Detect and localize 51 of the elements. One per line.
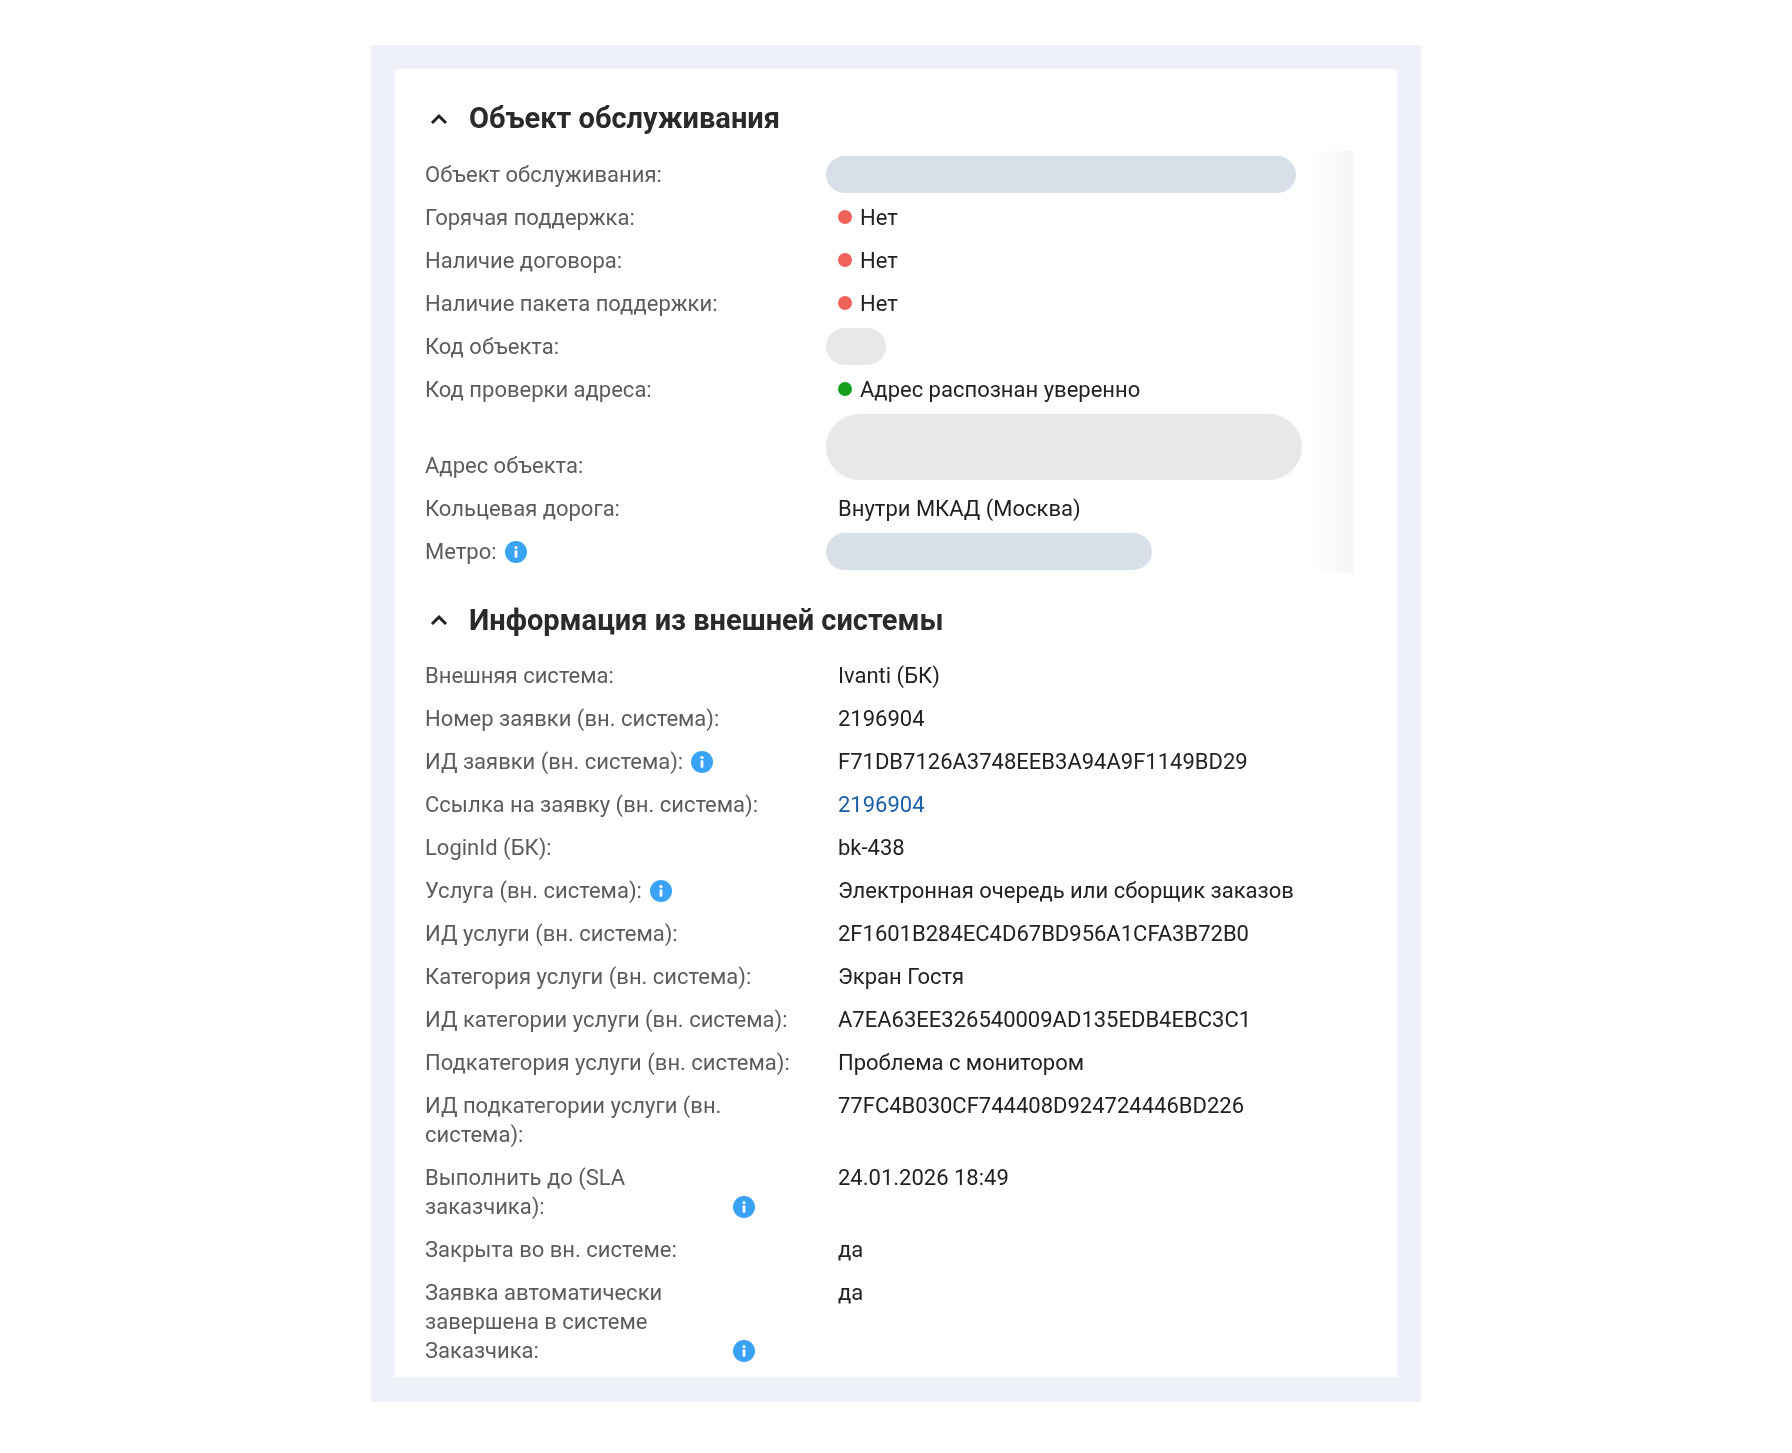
field-label: Метро: <box>425 537 497 566</box>
field-value: Проблема с монитором <box>838 1049 1084 1077</box>
field-label: ИД подкатегории услуги (вн. система): <box>425 1092 723 1149</box>
chevron-icon[interactable] <box>429 111 449 126</box>
field-value: bk-438 <box>838 834 905 862</box>
field-label: Подкатегория услуги (вн. система): <box>425 1049 790 1077</box>
field-label: LoginId (БК): <box>425 834 552 862</box>
field-value: да <box>838 1236 864 1264</box>
field-label: Выполнить до (SLA заказчика): <box>425 1164 627 1221</box>
field-label: Внешняя система: <box>425 662 614 690</box>
field-value: Экран Гостя <box>838 963 965 991</box>
info-icon[interactable] <box>691 751 714 773</box>
field-value: Электронная очередь или сборщик заказов <box>838 877 1294 905</box>
field-label: ИД услуги (вн. система): <box>425 920 678 948</box>
info-icon[interactable] <box>649 880 672 902</box>
field-label: Горячая поддержка: <box>425 203 635 232</box>
field-label: Наличие договора: <box>425 246 623 275</box>
status-text: Адрес распознан уверенно <box>860 375 1141 404</box>
info-icon[interactable] <box>504 540 527 563</box>
field-value: Внутри МКАД (Москва) <box>838 494 1081 523</box>
status-text: Нет <box>860 203 898 232</box>
field-label: Номер заявки (вн. система): <box>425 705 720 733</box>
field-label: Код проверки адреса: <box>425 375 652 404</box>
field-label: ИД заявки (вн. система): <box>425 748 684 776</box>
chevron-icon[interactable] <box>429 613 449 628</box>
field-label: Код объекта: <box>425 332 559 361</box>
field-label: Закрыта во вн. системе: <box>425 1236 677 1264</box>
section-title: Объект обслуживания <box>469 100 780 137</box>
field-value: да <box>838 1279 864 1307</box>
field-label: Категория услуги (вн. система): <box>425 963 752 991</box>
field-value: 2F1601B284EC4D67BD956A1CFA3B72B0 <box>838 920 1249 948</box>
field-label: Адрес объекта: <box>425 451 584 480</box>
info-icon[interactable] <box>733 1196 755 1218</box>
field-value: Ivanti (БК) <box>838 662 940 690</box>
field-value: A7EA63EE326540009AD135EDB4EBC3C1 <box>838 1006 1252 1034</box>
field-value: 24.01.2026 18:49 <box>838 1164 1009 1192</box>
field-label: Заявка автоматически завершена в системе Заказчика: <box>425 1279 664 1365</box>
field-value: F71DB7126A3748EEB3A94A9F1149BD29 <box>838 748 1248 776</box>
section-title: Информация из внешней системы <box>469 601 944 639</box>
info-icon[interactable] <box>733 1340 755 1362</box>
field-label: Объект обслуживания: <box>425 160 662 189</box>
field-label: Кольцевая дорога: <box>425 494 620 523</box>
field-value: 77FC4B030CF744408D924724446BD226 <box>838 1092 1244 1120</box>
ticket-link[interactable]: 2196904 <box>838 790 925 819</box>
field-label: Наличие пакета поддержки: <box>425 289 718 318</box>
status-text: Нет <box>860 246 898 275</box>
field-label: Ссылка на заявку (вн. система): <box>425 791 759 819</box>
field-value: 2196904 <box>838 705 925 733</box>
field-label: ИД категории услуги (вн. система): <box>425 1006 788 1034</box>
status-text: Нет <box>860 289 898 318</box>
field-label: Услуга (вн. система): <box>425 877 642 905</box>
